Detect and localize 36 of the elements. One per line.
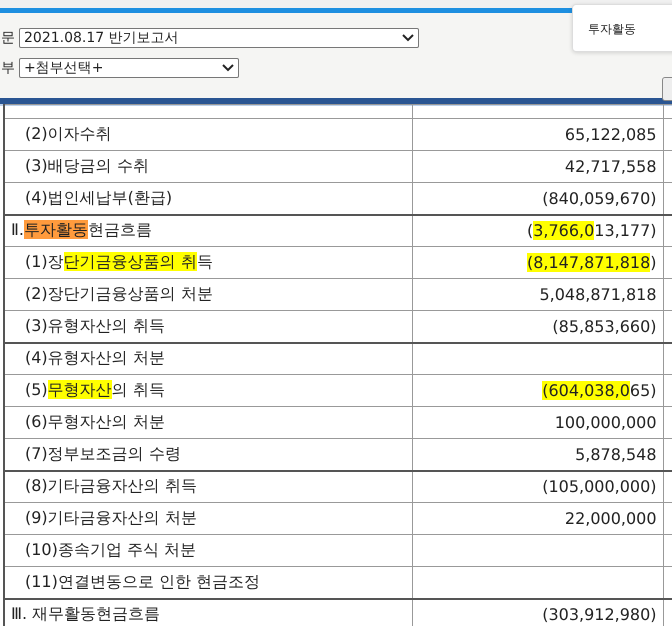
chevron-down-icon (402, 34, 414, 42)
amount: (8,147,871,818) (526, 253, 656, 272)
amount: (105,000,000) (542, 477, 656, 496)
row-label: (1)장단기금융상품의 취 득 (24, 252, 213, 271)
report-select[interactable]: 2021.08.17 반기보고서 (19, 28, 419, 48)
row-label: (8)기타금융자산의 취득 (24, 476, 197, 496)
row-label: (7)정부보조금의 수령 (24, 444, 181, 463)
amount: 100,000,000 (554, 413, 656, 432)
row-label: (4)법인세납부(환급) (24, 188, 172, 207)
field-label: 문 (1, 29, 15, 47)
amount: 42,717,558 (564, 157, 656, 176)
row-label: (11)연결변동으로 인한 현금조정 (24, 572, 260, 591)
row-label: (4)유형자산의 처분 (24, 348, 165, 368)
search-popup: 투자활동 (572, 4, 672, 52)
amount: 5,878,548 (575, 444, 656, 464)
row-label: (9)기타금융자산의 처분 (24, 508, 197, 527)
chevron-down-icon (222, 64, 234, 72)
attachment-select[interactable]: +첨부선택+ (19, 58, 239, 78)
row-label: (3)유형자산의 취득 (24, 316, 165, 335)
row-label: (5)무형자산의 취득 (24, 380, 165, 399)
field-label: 부 (1, 59, 15, 77)
row-label: (3)배당금의 수취 (24, 156, 149, 175)
amount: (85,853,660) (552, 316, 656, 336)
row-label: Ⅲ. 재무활동현금흐름 (11, 604, 160, 624)
amount: 5,048,871,818 (539, 285, 656, 304)
amount: 22,000,000 (564, 509, 656, 528)
row-label: Ⅱ.투자활동현금흐름 (11, 220, 152, 240)
amount: (840,059,670) (542, 188, 656, 208)
row-label: (2)장단기금융상품의 처분 (24, 284, 213, 303)
amount: 65,122,085 (564, 125, 656, 144)
amount: (604,038,065) (542, 381, 656, 400)
row-label: (10)종속기업 주식 처분 (24, 540, 196, 559)
row-label: (2)이자수취 (24, 124, 112, 143)
row-label: (6)무형자산의 처분 (24, 412, 165, 431)
amount: (303,912,980) (542, 605, 656, 624)
amount: (3,766,013,177) (526, 221, 656, 240)
